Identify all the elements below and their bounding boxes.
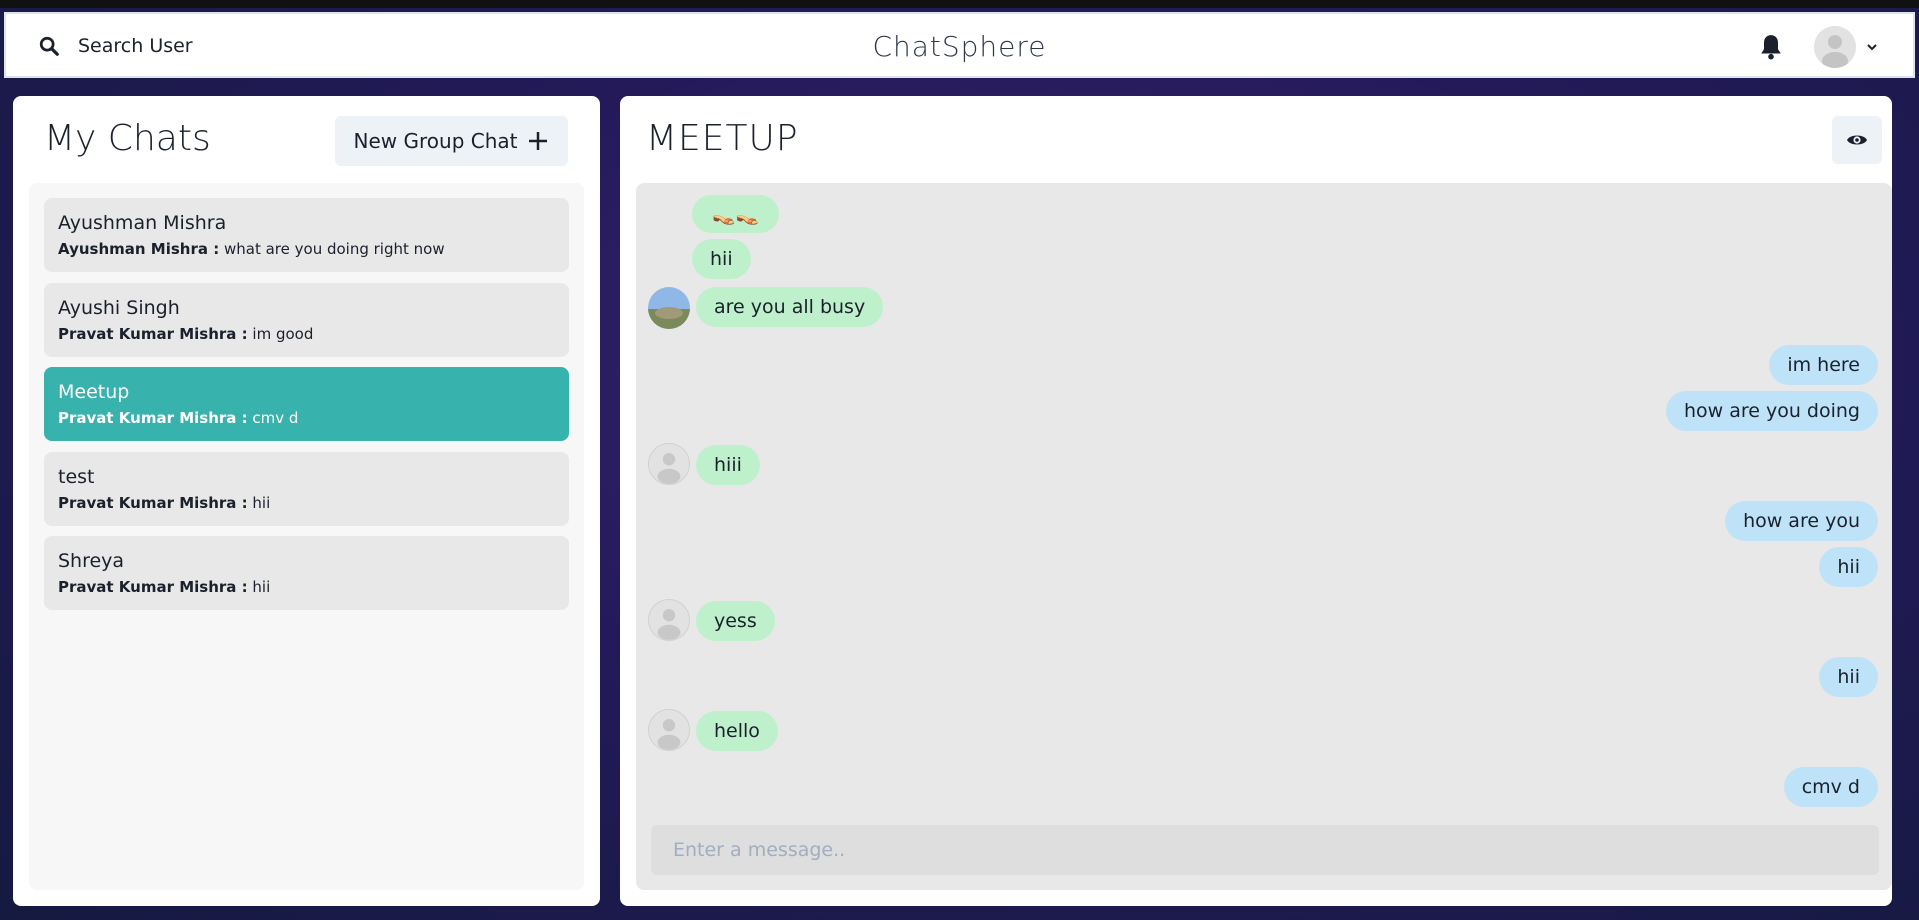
message-bubble-incoming: 👡👡 xyxy=(692,195,780,233)
message-bubble-incoming: hello xyxy=(696,711,778,751)
latest-message-text: im good xyxy=(252,325,314,343)
latest-message-sender: Ayushman Mishra : xyxy=(58,240,220,258)
chat-item-shreya[interactable]: Shreya Pravat Kumar Mishra : hii xyxy=(44,536,569,610)
app-title: ChatSphere xyxy=(872,30,1047,63)
message-bubble-outgoing: how are you doing xyxy=(1665,391,1878,431)
chat-title: MEETUP xyxy=(646,118,799,159)
latest-message-sender: Pravat Kumar Mishra : xyxy=(58,325,248,343)
latest-message-text: hii xyxy=(252,494,271,512)
chat-name: Ayushi Singh xyxy=(58,297,180,319)
profile-menu-button[interactable] xyxy=(1814,26,1880,68)
latest-message: Ayushman Mishra : what are you doing rig… xyxy=(58,238,555,260)
chat-item-ayushi-singh[interactable]: Ayushi Singh Pravat Kumar Mishra : im go… xyxy=(44,283,569,357)
messages-area: 👡👡 hii are you all busy im here how are … xyxy=(636,183,1892,890)
chat-item-meetup[interactable]: Meetup Pravat Kumar Mishra : cmv d xyxy=(44,367,569,441)
latest-message-sender: Pravat Kumar Mishra : xyxy=(58,409,248,427)
eye-icon xyxy=(1847,135,1867,145)
latest-message: Pravat Kumar Mishra : hii xyxy=(58,576,555,598)
message-bubble-outgoing: cmv d xyxy=(1783,767,1878,807)
latest-message: Pravat Kumar Mishra : im good xyxy=(58,323,555,345)
avatar xyxy=(648,287,690,329)
message-bubble-incoming: yess xyxy=(696,601,775,641)
chat-name: Shreya xyxy=(58,550,125,572)
chat-list: Ayushman Mishra Ayushman Mishra : what a… xyxy=(29,183,584,890)
avatar xyxy=(648,443,690,485)
chat-name: Meetup xyxy=(58,381,130,403)
avatar xyxy=(648,709,690,751)
message-bubble-incoming: hii xyxy=(692,239,751,279)
latest-message: Pravat Kumar Mishra : cmv d xyxy=(58,407,555,429)
latest-message: Pravat Kumar Mishra : hii xyxy=(58,492,555,514)
latest-message-text: hii xyxy=(252,578,271,596)
message-bubble-outgoing: hii xyxy=(1819,657,1878,697)
chat-item-test[interactable]: test Pravat Kumar Mishra : hii xyxy=(44,452,569,526)
chat-panel: MEETUP 👡👡 hii are you all busy im here h… xyxy=(620,96,1892,906)
message-bubble-outgoing: hii xyxy=(1819,547,1878,587)
chat-item-ayushman-mishra[interactable]: Ayushman Mishra Ayushman Mishra : what a… xyxy=(44,198,569,272)
my-chats-panel: My Chats New Group Chat Ayushman Mishra … xyxy=(13,96,600,906)
chat-name: test xyxy=(58,466,95,488)
message-bubble-outgoing: im here xyxy=(1769,345,1878,385)
message-bubble-outgoing: how are you xyxy=(1725,501,1878,541)
top-header: Search User ChatSphere xyxy=(4,12,1915,78)
new-group-chat-button[interactable]: New Group Chat xyxy=(335,116,568,166)
latest-message-text: cmv d xyxy=(252,409,299,427)
avatar xyxy=(648,599,690,641)
my-chats-title: My Chats xyxy=(44,118,211,159)
window-top-bar xyxy=(0,0,1919,8)
latest-message-sender: Pravat Kumar Mishra : xyxy=(58,494,248,512)
avatar xyxy=(1814,26,1856,68)
bell-icon[interactable] xyxy=(1758,33,1784,61)
view-group-info-button[interactable] xyxy=(1832,116,1882,164)
chat-name: Ayushman Mishra xyxy=(58,212,227,234)
chevron-down-icon xyxy=(1867,44,1877,51)
latest-message-text: what are you doing right now xyxy=(224,240,445,258)
message-input[interactable] xyxy=(651,825,1879,875)
latest-message-sender: Pravat Kumar Mishra : xyxy=(58,578,248,596)
plus-icon xyxy=(529,132,548,150)
message-bubble-incoming: hiii xyxy=(696,445,760,485)
new-group-chat-label: New Group Chat xyxy=(353,129,518,153)
message-bubble-incoming: are you all busy xyxy=(696,287,884,327)
